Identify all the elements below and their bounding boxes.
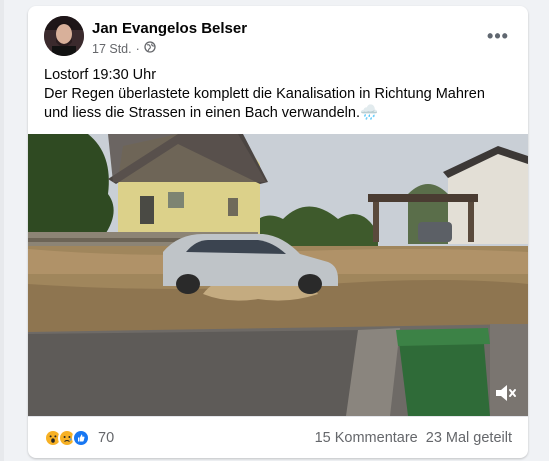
- engagement-counts: 15 Kommentare 23 Mal geteilt: [315, 430, 512, 446]
- post-text-line: und liess die Strassen in einen Bach ver…: [44, 105, 379, 121]
- comments-count[interactable]: 15 Kommentare: [315, 430, 418, 446]
- reactions-summary[interactable]: 70: [44, 429, 114, 447]
- mute-button[interactable]: [492, 380, 518, 406]
- author-name[interactable]: Jan Evangelos Belser: [92, 20, 247, 37]
- post-text-line: Der Regen überlastete komplett die Kanal…: [44, 86, 485, 102]
- shares-count[interactable]: 23 Mal geteilt: [426, 430, 512, 446]
- post-header: Jan Evangelos Belser 17 Std. · •••: [44, 16, 516, 60]
- more-options-button[interactable]: •••: [484, 22, 512, 50]
- reaction-count: 70: [98, 430, 115, 446]
- author-avatar[interactable]: [44, 16, 84, 56]
- page-edge: [0, 0, 4, 461]
- post-timestamp[interactable]: 17 Std.: [92, 42, 132, 56]
- post-text-line: Lostorf 19:30 Uhr: [44, 67, 157, 83]
- post-text: Lostorf 19:30 Uhr Der Regen überlastete …: [44, 66, 514, 123]
- flooded-street-video-frame: [28, 134, 528, 416]
- speaker-muted-icon: [492, 385, 518, 410]
- like-reaction-icon: [72, 429, 90, 447]
- rain-cloud-emoji: 🌧️: [359, 105, 379, 121]
- globe-icon: [144, 41, 156, 56]
- post-meta: 17 Std. ·: [92, 41, 156, 56]
- post-card: Jan Evangelos Belser 17 Std. · ••• Losto…: [28, 6, 528, 458]
- post-stats-bar: 70 15 Kommentare 23 Mal geteilt: [28, 416, 528, 458]
- post-video[interactable]: [28, 134, 528, 416]
- more-dots-icon: •••: [487, 25, 509, 46]
